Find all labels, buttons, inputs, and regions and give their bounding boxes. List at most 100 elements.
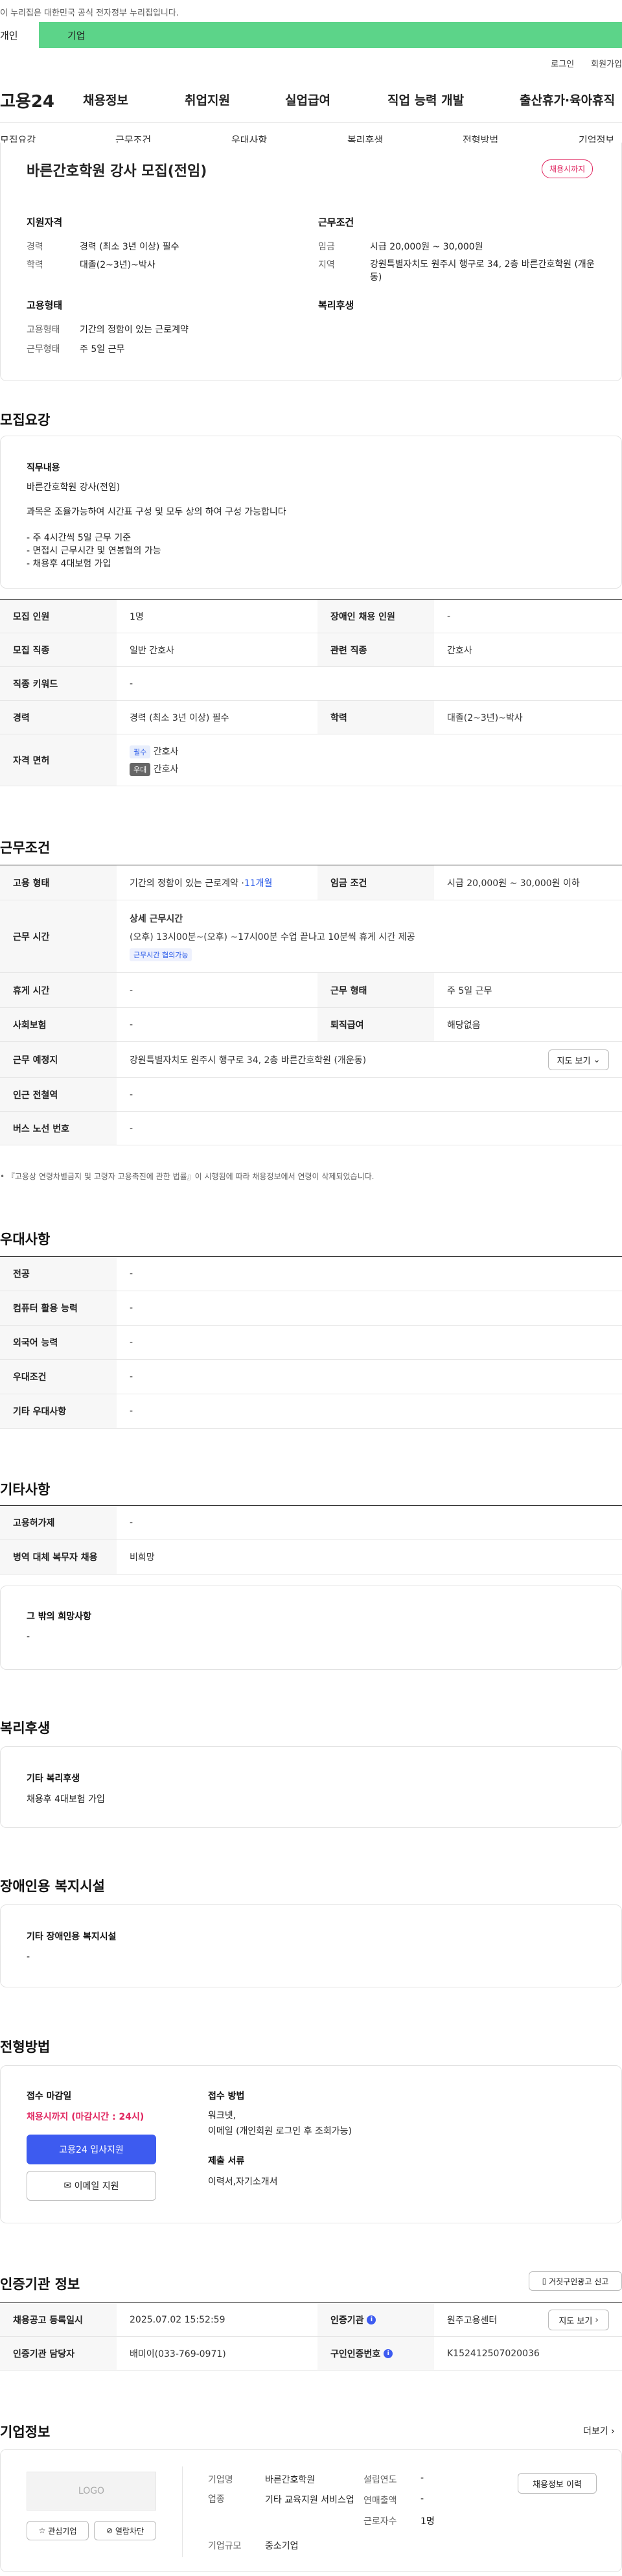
employees-value: 1명	[420, 2516, 435, 2527]
emp-months: 11개월	[244, 878, 273, 889]
company-logo: LOGO	[27, 2472, 156, 2511]
block-button[interactable]: ⊘ 열람차단	[94, 2521, 156, 2540]
row-label: 학력	[317, 701, 434, 734]
gnb-employment[interactable]: 취업지원	[185, 91, 230, 108]
info-icon[interactable]: i	[384, 2348, 393, 2358]
signup-link[interactable]: 회원가입	[591, 60, 622, 69]
row-value: -	[130, 985, 133, 996]
email-apply-button[interactable]: ✉ 이메일 지원	[27, 2171, 156, 2201]
row-label: 근무 형태	[317, 973, 434, 1007]
worktype-label: 근무형태	[27, 344, 60, 355]
table-row: 외국어 능력 -	[0, 1326, 622, 1360]
gnb-unemployment[interactable]: 실업급여	[285, 91, 330, 108]
report-label: 거짓구인광고 신고	[549, 2277, 609, 2286]
duty-line: - 면접시 근무시간 및 연봉협의 가능	[27, 546, 161, 556]
table-row: 사회보험 - 퇴직급여 해당없음	[0, 1008, 622, 1042]
gnb-training[interactable]: 직업 능력 개발	[387, 91, 464, 108]
row-label: 근무 시간	[0, 900, 117, 972]
block-label: 열람차단	[115, 2526, 144, 2536]
docs-title: 제출 서류	[208, 2156, 245, 2166]
license-name: 간호사	[153, 764, 179, 775]
tab-personal[interactable]: 개인	[0, 22, 39, 48]
method-line: 이메일 (개인회원 로그인 후 조회가능)	[208, 2126, 352, 2137]
login-link[interactable]: 로그인	[551, 60, 574, 69]
wage-value: 시급 20,000원 ~ 30,000원	[370, 242, 483, 252]
hope-card: 그 밖의 희망사항 -	[0, 1586, 622, 1670]
map-button[interactable]: 지도 보기 ⌄	[548, 1049, 609, 1070]
table-row: 모집 인원 1명 장애인 채용 인원 -	[0, 600, 622, 633]
row-label: 채용공고 등록일시	[0, 2303, 117, 2336]
time-title: 상세 근무시간	[130, 913, 183, 924]
edu-label: 학력	[27, 260, 43, 270]
etc-table: 고용허가제 - 병역 대체 복무자 채용 비희망	[0, 1505, 622, 1575]
top-links: 로그인 회원가입	[534, 57, 622, 69]
company-name-value: 바른간호학원	[265, 2475, 316, 2485]
company-card: LOGO ☆ 관심기업 ⊘ 열람차단 기업명 바른간호학원 업종 기타 교육지원…	[0, 2449, 622, 2572]
docs-value: 이력서,자기소개서	[208, 2177, 278, 2187]
cond-title: 근무조건	[318, 217, 354, 228]
conditions-heading: 근무조건	[0, 840, 51, 856]
method-title: 접수 방법	[208, 2091, 245, 2102]
row-value: -	[130, 1406, 133, 1416]
table-row: 버스 노선 번호 -	[0, 1112, 622, 1145]
sales-value: -	[420, 2494, 424, 2504]
table-row: 자격 면허 필수 간호사 우대 간호사	[0, 734, 622, 786]
row-value: 기간의 정함이 있는 근로계약 · 11개월	[117, 865, 317, 900]
row-value: 1명	[130, 611, 144, 622]
company-name-label: 기업명	[208, 2475, 233, 2485]
etc-heading: 기타사항	[0, 1482, 51, 1497]
block-icon: ⊘	[106, 2526, 113, 2535]
deadline-value: 채용시까지 (마감시간 : 24시)	[27, 2112, 144, 2122]
info-icon[interactable]: i	[367, 2315, 376, 2324]
more-label: 더보기	[583, 2426, 608, 2437]
history-button[interactable]: 채용정보 이력	[518, 2473, 597, 2494]
row-value: 비희망	[130, 1552, 155, 1563]
tab-company[interactable]: 기업	[67, 29, 86, 42]
table-row: 근무 예정지 강원특별자치도 원주시 행구로 34, 2층 바른간호학원 (개운…	[0, 1042, 622, 1078]
agency-map-button[interactable]: 지도 보기 ›	[548, 2310, 609, 2330]
region-value: 강원특별자치도 원주시 행구로 34, 2층 바른간호학원 (개운동)	[370, 259, 595, 283]
member-tab-bar	[0, 22, 622, 48]
report-button[interactable]: ▯ 거짓구인광고 신고	[529, 2271, 622, 2291]
welfare-card: 기타 복리후생 채용후 4대보험 가입	[0, 1746, 622, 1828]
size-label: 기업규모	[208, 2541, 242, 2551]
job-title: 바른간호학원 강사 모집(전임)	[27, 163, 207, 180]
row-label: 버스 노선 번호	[0, 1112, 117, 1145]
row-label: 자격 면허	[0, 734, 117, 786]
divider	[182, 2466, 183, 2557]
gnb-recruit[interactable]: 채용정보	[83, 91, 128, 108]
star-icon: ☆	[38, 2526, 46, 2535]
selection-heading: 전형방법	[0, 2039, 51, 2055]
gnb-leave[interactable]: 출산휴가·육아휴직	[520, 91, 615, 108]
row-value: 시급 20,000원 ~ 30,000원 이하	[447, 878, 580, 889]
row-value: -	[130, 678, 133, 689]
row-label: 관련 직종	[317, 633, 434, 666]
row-label: 기타 우대사항	[0, 1394, 117, 1428]
more-link[interactable]: 더보기 ›	[583, 2424, 615, 2437]
deadline-badge: 채용시까지	[542, 159, 593, 178]
license-item: 필수 간호사	[130, 745, 178, 758]
favorite-button[interactable]: ☆ 관심기업	[27, 2521, 89, 2540]
chevron-right-icon: ›	[611, 2426, 615, 2437]
row-value: 일반 간호사	[130, 645, 174, 656]
table-row: 직종 키워드 -	[0, 667, 622, 701]
row-label: 전공	[0, 1257, 117, 1291]
row-label: 고용 형태	[0, 865, 117, 900]
table-row: 휴게 시간 - 근무 형태 주 5일 근무	[0, 973, 622, 1008]
table-row: 컴퓨터 활용 능력 -	[0, 1291, 622, 1326]
favorite-label: 관심기업	[48, 2526, 77, 2536]
agency-table: 채용공고 등록일시 2025.07.02 15:52:59 인증기관 i 원주고…	[0, 2302, 622, 2371]
conditions-table: 고용 형태 기간의 정함이 있는 근로계약 · 11개월 임금 조건 시급 20…	[0, 865, 622, 1145]
email-apply-label: 이메일 지원	[74, 2181, 119, 2192]
row-value: -	[130, 1019, 133, 1030]
row-label: 장애인 채용 인원	[317, 600, 434, 633]
apply-button[interactable]: 고용24 입사지원	[27, 2135, 156, 2164]
recruit-heading: 모집요강	[0, 412, 51, 428]
table-row: 채용공고 등록일시 2025.07.02 15:52:59 인증기관 i 원주고…	[0, 2303, 622, 2337]
age-note: • 『고용상 연령차별금지 및 고령자 고용촉진에 관한 법률』이 시행됨에 따…	[0, 1172, 374, 1181]
disabled-card-title: 기타 장애인용 복지시설	[27, 1932, 117, 1942]
hope-title: 그 밖의 희망사항	[27, 1611, 91, 1622]
row-label: 임금 조건	[317, 865, 434, 900]
prefer-table: 전공 - 컴퓨터 활용 능력 - 외국어 능력 - 우대조건 - 기타 우대사항 -	[0, 1256, 622, 1429]
row-value: -	[130, 1517, 133, 1528]
